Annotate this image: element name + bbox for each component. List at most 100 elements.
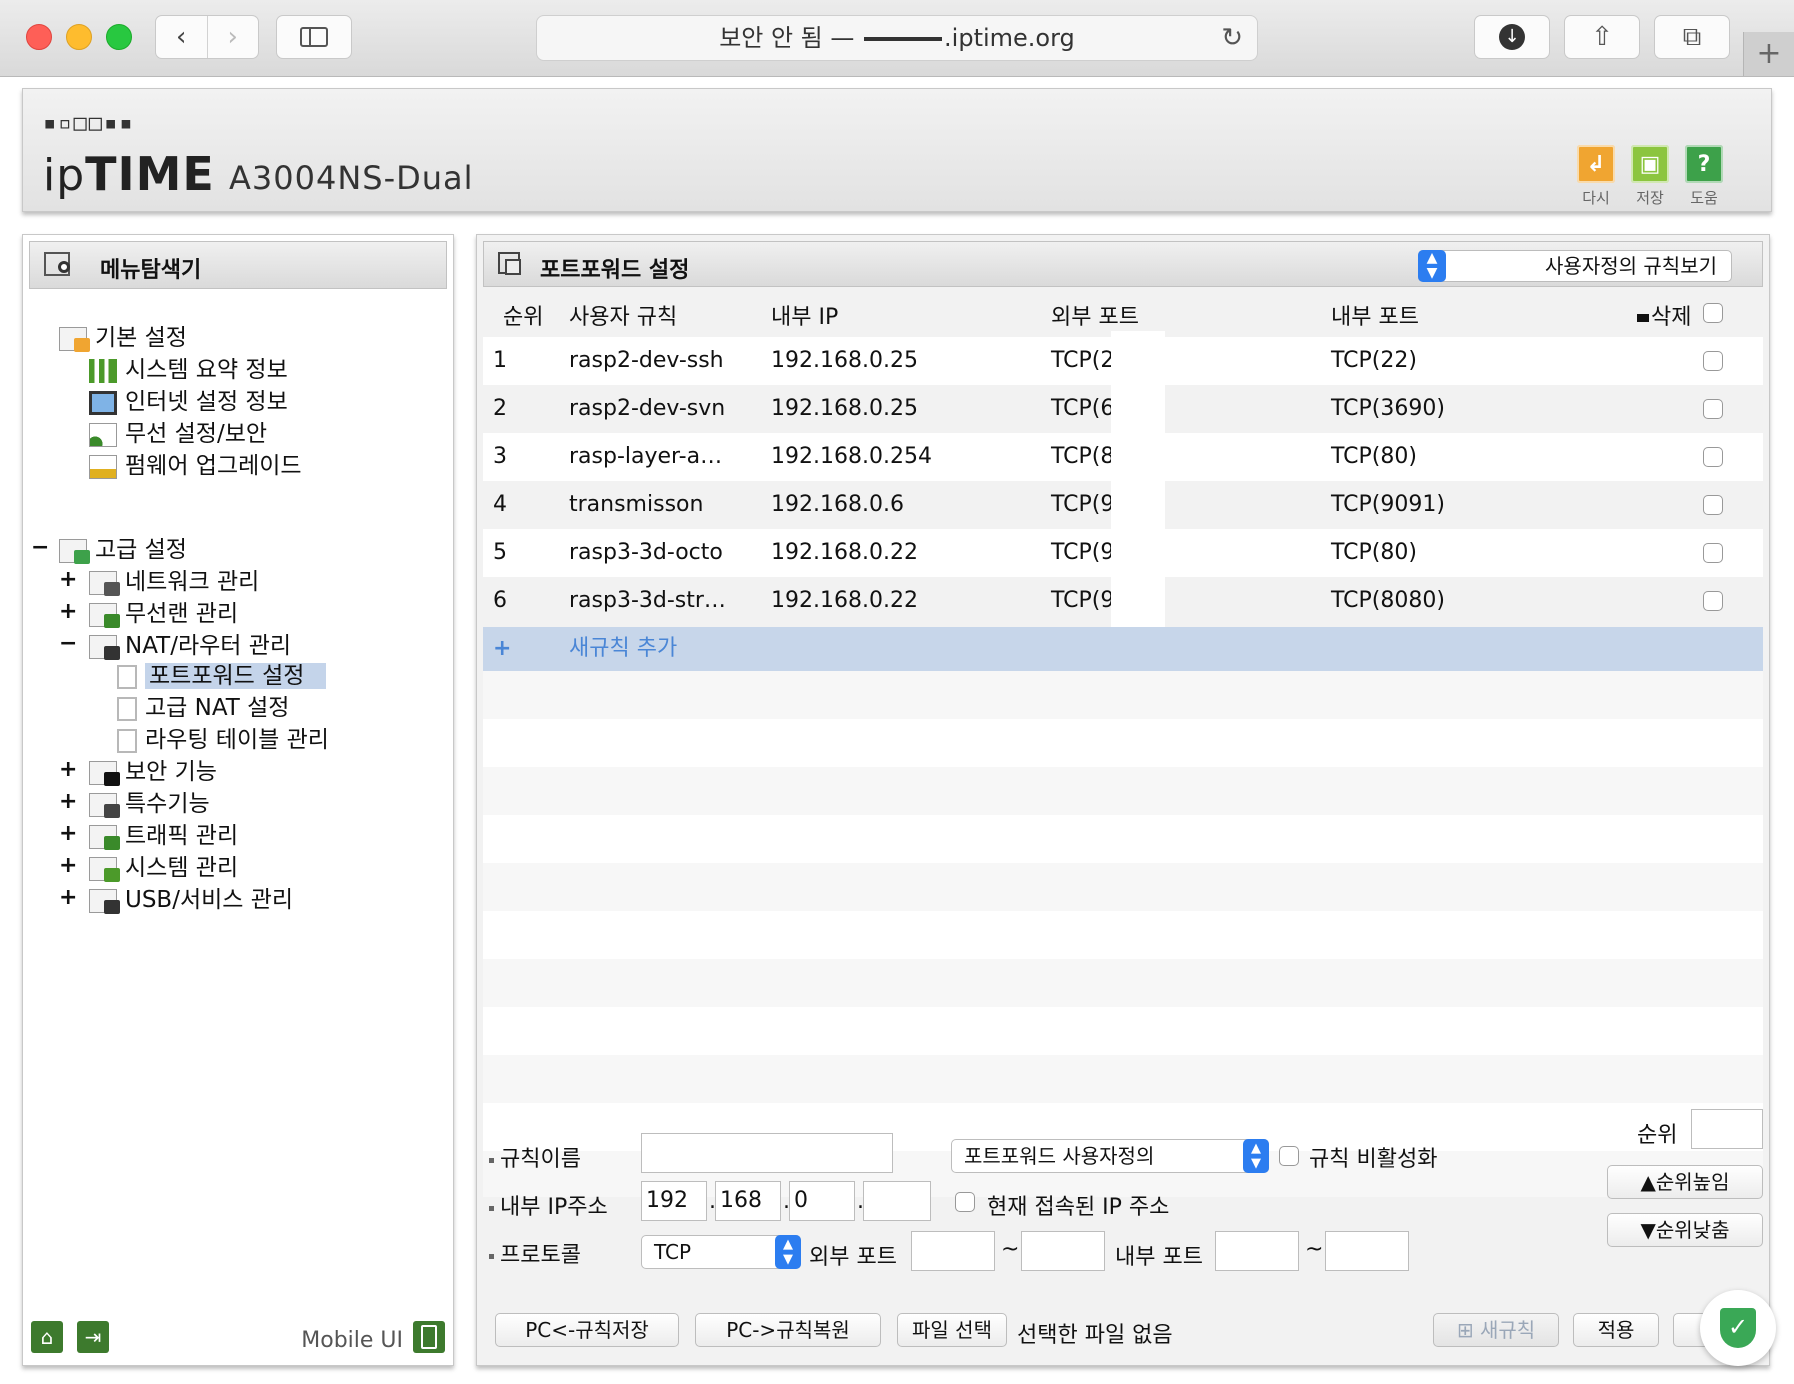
priority-down-button[interactable]: ▼순위낮춤	[1607, 1213, 1763, 1247]
wifi-icon	[89, 422, 117, 447]
restore-rules-from-pc-button[interactable]: PC->규칙복원	[695, 1313, 881, 1347]
add-new-rule-row[interactable]: + 새규칙 추가	[483, 627, 1763, 671]
tree-special-functions[interactable]: 특수기능	[89, 789, 210, 819]
ip-octet-4[interactable]	[863, 1181, 931, 1221]
logout-button[interactable]: ⇥	[77, 1321, 109, 1353]
close-window-button[interactable]	[26, 24, 52, 50]
protocol-select[interactable]: TCP ▲ ▼	[641, 1235, 801, 1269]
page-icon	[117, 664, 137, 689]
downloads-button[interactable]: ↓	[1474, 15, 1550, 59]
logout-icon: ⇥	[84, 1325, 102, 1349]
back-button[interactable]: ‹	[156, 16, 208, 58]
rule-name-label: 규칙이름	[489, 1141, 581, 1173]
expand-network-icon[interactable]: +	[59, 567, 77, 592]
expand-wlan-icon[interactable]: +	[59, 599, 77, 624]
expand-security-icon[interactable]: +	[59, 757, 77, 782]
delete-checkbox[interactable]	[1703, 591, 1723, 611]
save-rules-to-pc-button[interactable]: PC<-규칙저장	[495, 1313, 679, 1347]
menu-explorer-header: 메뉴탐색기	[29, 241, 447, 289]
save-tool-button[interactable]: ▣ 저장	[1629, 145, 1671, 208]
router-header: ▪▫□□▪▪ ipTIME A3004NS-Dual ↲ 다시 ▣ 저장 ? 도…	[22, 88, 1772, 212]
help-tool-button[interactable]: ? 도움	[1683, 145, 1725, 208]
col-internal-port: 내부 포트	[1331, 305, 1419, 330]
plus-box-icon: ⊞	[1456, 1318, 1480, 1342]
tree-security[interactable]: 보안 기능	[89, 757, 217, 787]
preset-select[interactable]: 포트포워드 사용자정의 ▲ ▼	[951, 1139, 1269, 1173]
tree-firmware-upgrade[interactable]: 펌웨어 업그레이드	[89, 451, 302, 481]
panel-header: 포트포워드 설정 ▲ ▼ 사용자정의 규칙보기	[483, 241, 1763, 287]
tabs-icon: ⧉	[1682, 21, 1702, 52]
reload-icon[interactable]: ↻	[1221, 16, 1243, 60]
wifi-folder-icon	[89, 602, 120, 628]
plus-icon: +	[493, 636, 512, 661]
rule-name-input[interactable]	[641, 1133, 893, 1173]
port-forward-panel: 포트포워드 설정 ▲ ▼ 사용자정의 규칙보기 순위 사용자 규칙 내부 IP 외…	[476, 234, 1770, 1366]
delete-checkbox[interactable]	[1703, 495, 1723, 515]
priority-input[interactable]	[1691, 1109, 1763, 1149]
tree-network-management[interactable]: 네트워크 관리	[89, 567, 259, 597]
tree-basic-settings[interactable]: 기본 설정	[59, 323, 187, 353]
help-icon: ?	[1685, 145, 1723, 183]
expand-usb-icon[interactable]: +	[59, 885, 77, 910]
help-tool-label: 도움	[1690, 189, 1718, 207]
minimize-window-button[interactable]	[66, 24, 92, 50]
tree-usb-services[interactable]: USB/서비스 관리	[89, 885, 293, 915]
delete-checkbox[interactable]	[1703, 351, 1723, 371]
new-tab-button[interactable]: +	[1743, 32, 1794, 76]
tabs-overview-button[interactable]: ⧉	[1654, 15, 1730, 59]
tree-advanced-settings[interactable]: 고급 설정	[59, 535, 187, 565]
shield-check-icon: ✓	[1720, 1308, 1756, 1348]
tree-routing-table[interactable]: 라우팅 테이블 관리	[117, 725, 329, 755]
reload-tool-button[interactable]: ↲ 다시	[1575, 145, 1617, 208]
home-button[interactable]: ⌂	[31, 1321, 63, 1353]
expand-system-icon[interactable]: +	[59, 853, 77, 878]
disable-rule-checkbox[interactable]	[1279, 1146, 1299, 1166]
forward-button[interactable]: ›	[208, 16, 259, 58]
ip-octet-3[interactable]: 0	[789, 1181, 855, 1221]
col-order: 순위	[503, 305, 544, 330]
tree-wlan-management[interactable]: 무선랜 관리	[89, 599, 238, 629]
priority-up-button[interactable]: ▲순위높임	[1607, 1165, 1763, 1199]
mobile-ui-link[interactable]: Mobile UI	[301, 1328, 403, 1353]
internal-port-label: 내부 포트	[1115, 1245, 1203, 1270]
tree-port-forward[interactable]: 포트포워드 설정	[117, 661, 327, 691]
internal-port-start[interactable]	[1215, 1231, 1299, 1271]
mobile-ui-button[interactable]	[413, 1321, 445, 1353]
traffic-folder-icon	[89, 824, 120, 850]
expand-special-icon[interactable]: +	[59, 789, 77, 814]
tree-advanced-nat[interactable]: 고급 NAT 설정	[117, 693, 289, 723]
col-delete: 삭제	[1637, 299, 1691, 331]
internal-port-end[interactable]	[1325, 1231, 1409, 1271]
share-button[interactable]: ⇧	[1564, 15, 1640, 59]
ip-octet-2[interactable]: 168	[715, 1181, 781, 1221]
security-extension-badge[interactable]: ✓	[1700, 1290, 1776, 1366]
tree-system-summary[interactable]: 시스템 요약 정보	[89, 355, 288, 385]
collapse-advanced-icon[interactable]: −	[31, 535, 49, 560]
chart-folder-icon	[89, 856, 120, 882]
address-bar[interactable]: 보안 안 됨 — .iptime.org ↻	[536, 15, 1258, 61]
delete-checkbox[interactable]	[1703, 447, 1723, 467]
expand-traffic-icon[interactable]: +	[59, 821, 77, 846]
tree-system-management[interactable]: 시스템 관리	[89, 853, 238, 883]
tree-traffic-management[interactable]: 트래픽 관리	[89, 821, 238, 851]
current-ip-checkbox[interactable]	[955, 1192, 975, 1212]
zoom-window-button[interactable]	[106, 24, 132, 50]
tree-wireless-security[interactable]: 무선 설정/보안	[89, 419, 267, 449]
empty-row	[483, 815, 1763, 863]
new-rule-button[interactable]: ⊞ 새규칙	[1433, 1313, 1559, 1347]
router-folder-icon	[89, 634, 120, 660]
view-rules-select[interactable]: ▲ ▼ 사용자정의 규칙보기	[1418, 250, 1732, 282]
apply-button[interactable]: 적용	[1573, 1313, 1659, 1347]
choose-file-button[interactable]: 파일 선택	[897, 1313, 1007, 1347]
delete-checkbox[interactable]	[1703, 543, 1723, 563]
delete-all-checkbox[interactable]	[1703, 303, 1723, 323]
external-port-end[interactable]	[1021, 1231, 1105, 1271]
tree-internet-info[interactable]: 인터넷 설정 정보	[89, 387, 288, 417]
ip-octet-1[interactable]: 192	[641, 1181, 707, 1221]
select-arrows-icon: ▲ ▼	[1243, 1139, 1269, 1173]
delete-checkbox[interactable]	[1703, 399, 1723, 419]
external-port-start[interactable]	[911, 1231, 995, 1271]
tree-nat-router[interactable]: NAT/라우터 관리	[89, 631, 291, 661]
collapse-nat-icon[interactable]: −	[59, 631, 77, 656]
sidebar-toggle-button[interactable]	[276, 15, 352, 59]
